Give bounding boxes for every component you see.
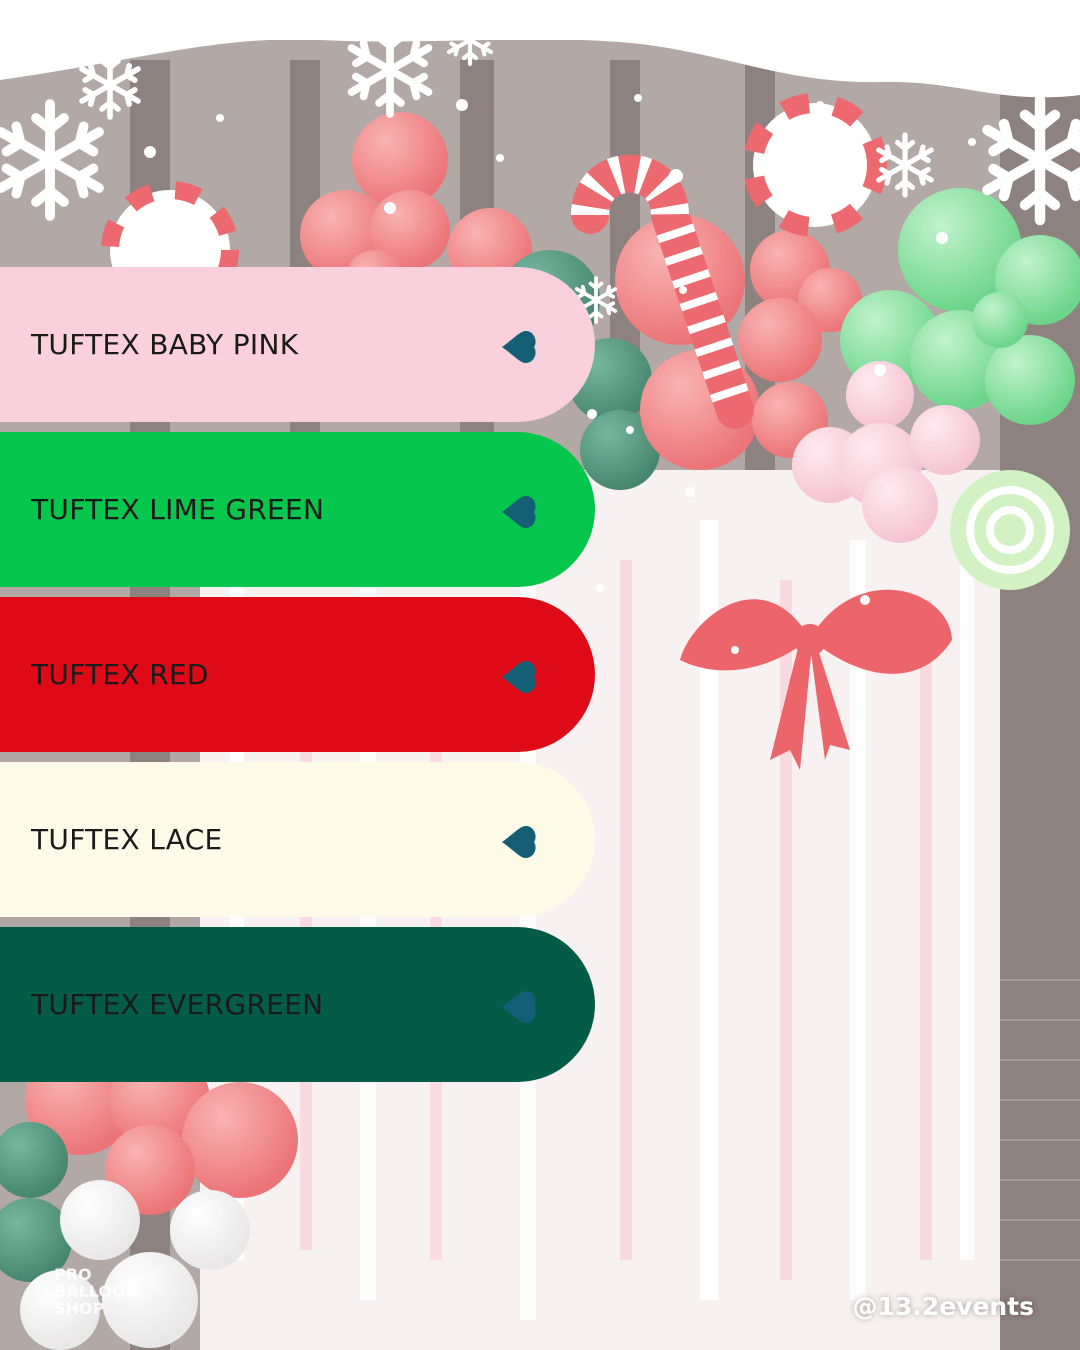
swatch-label: TUFTEX EVERGREEN bbox=[31, 988, 324, 1021]
logo-line: BALLOON bbox=[54, 1282, 139, 1301]
pro-balloon-shop-logo: PRO BALLOON SHOP bbox=[54, 1266, 139, 1317]
swatch-label: TUFTEX BABY PINK bbox=[31, 328, 299, 361]
photo-credit: @13.2events bbox=[852, 1292, 1034, 1321]
heart-icon bbox=[502, 826, 536, 858]
color-swatch: TUFTEX LACE bbox=[0, 762, 595, 917]
color-swatch: TUFTEX BABY PINK bbox=[0, 267, 595, 422]
logo-line: SHOP bbox=[54, 1299, 105, 1318]
heart-icon bbox=[502, 331, 536, 363]
heart-icon bbox=[502, 496, 536, 528]
color-swatch: TUFTEX LIME GREEN bbox=[0, 432, 595, 587]
swatch-label: TUFTEX RED bbox=[31, 658, 209, 691]
swatch-label: TUFTEX LIME GREEN bbox=[31, 493, 325, 526]
color-swatch: TUFTEX EVERGREEN bbox=[0, 927, 595, 1082]
heart-icon bbox=[502, 991, 536, 1023]
color-swatch: TUFTEX RED bbox=[0, 597, 595, 752]
swatch-label: TUFTEX LACE bbox=[31, 823, 223, 856]
logo-line: PRO bbox=[54, 1265, 92, 1284]
heart-icon bbox=[502, 661, 536, 693]
